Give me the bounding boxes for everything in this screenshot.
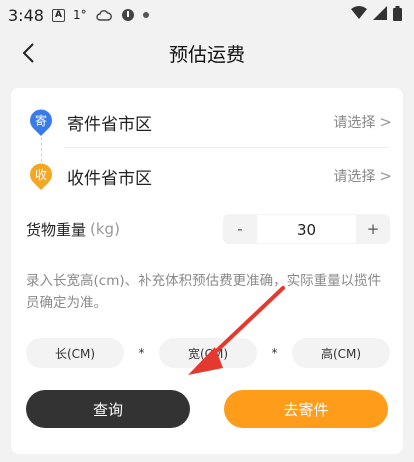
battery-icon xyxy=(393,5,402,25)
width-input[interactable]: 宽(CM) xyxy=(159,338,257,368)
weight-increment-button[interactable]: + xyxy=(356,214,390,244)
status-bar: 3:48 A 1° xyxy=(0,0,414,30)
weight-row: 货物重量 (kg) - 30 + xyxy=(26,212,390,246)
dimensions-row: 长(CM) * 宽(CM) * 高(CM) xyxy=(26,337,390,369)
query-button[interactable]: 查询 xyxy=(26,390,190,428)
sender-select-action[interactable]: 请选择 > xyxy=(333,112,392,132)
dot-icon xyxy=(142,12,149,18)
divider xyxy=(64,147,389,148)
weight-value-input[interactable]: 30 xyxy=(257,214,356,244)
receiver-region-label: 收件省市区 xyxy=(67,168,152,189)
chevron-right-icon: > xyxy=(379,113,392,131)
weight-unit: (kg) xyxy=(90,220,120,238)
receiver-select-action[interactable]: 请选择 > xyxy=(333,166,392,186)
length-input[interactable]: 长(CM) xyxy=(26,338,124,368)
weight-stepper: - 30 + xyxy=(223,214,390,244)
chevron-right-icon: > xyxy=(379,167,392,185)
temperature-icon: 1° xyxy=(72,8,87,22)
sender-region-row[interactable]: 寄 寄件省市区 请选择 > xyxy=(28,99,392,145)
sender-pin-icon: 寄 xyxy=(28,107,54,137)
dimension-separator: * xyxy=(138,346,145,360)
page-title: 预估运费 xyxy=(168,43,245,66)
go-send-button[interactable]: 去寄件 xyxy=(224,390,388,428)
nav-bar: 预估运费 xyxy=(0,30,414,76)
weight-decrement-button[interactable]: - xyxy=(223,214,257,244)
chevron-left-icon xyxy=(22,43,34,63)
dimension-separator: * xyxy=(271,346,278,360)
sender-select-text: 请选择 xyxy=(333,115,376,131)
battery-saver-icon xyxy=(121,8,135,22)
signal-icon xyxy=(373,6,387,24)
receiver-badge-text: 收 xyxy=(34,168,47,182)
volume-hint-text: 录入长宽高(cm)、补充体积预估费更准确，实际重量以揽件员确定为准。 xyxy=(26,273,382,311)
receiver-pin-icon: 收 xyxy=(28,161,54,191)
receiver-region-row[interactable]: 收 收件省市区 请选择 > xyxy=(28,153,392,199)
back-button[interactable] xyxy=(12,36,44,70)
action-buttons: 查询 去寄件 xyxy=(26,390,388,428)
weather-icon xyxy=(95,9,113,22)
status-time: 3:48 xyxy=(8,5,44,25)
freight-estimate-card: 寄 寄件省市区 请选择 > 收 收件省市区 请选择 > 货物重量 (kg) - … xyxy=(11,88,403,454)
height-input[interactable]: 高(CM) xyxy=(292,338,390,368)
sender-region-label: 寄件省市区 xyxy=(67,114,152,135)
weight-label: 货物重量 xyxy=(26,220,87,239)
wifi-icon xyxy=(351,6,367,24)
a-box-icon: A xyxy=(51,8,65,22)
receiver-select-text: 请选择 xyxy=(333,169,376,185)
sender-badge-text: 寄 xyxy=(34,114,47,128)
